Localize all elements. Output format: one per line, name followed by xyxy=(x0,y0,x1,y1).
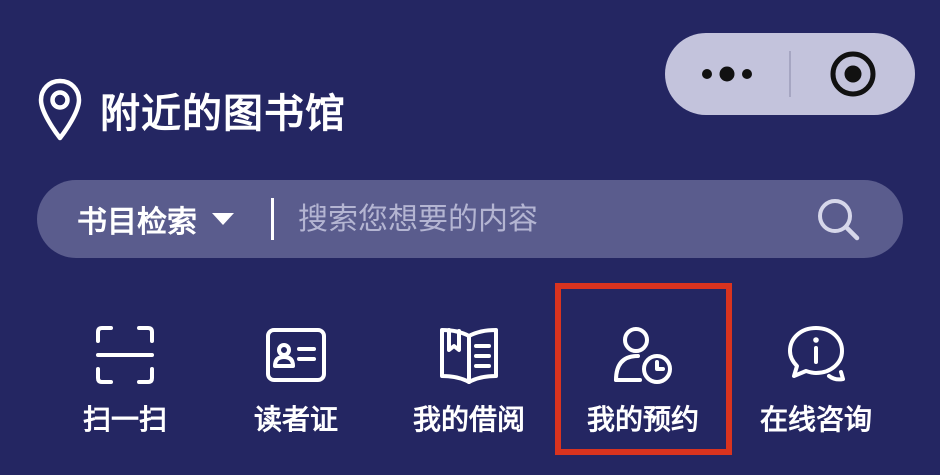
action-label: 我的预约 xyxy=(586,403,699,436)
chat-info-icon xyxy=(788,326,845,382)
action-online-consult[interactable]: 在线咨询 xyxy=(731,310,901,460)
close-button[interactable] xyxy=(791,33,915,115)
book-borrow-icon xyxy=(440,328,498,384)
search-category-dropdown[interactable]: 书目检索 xyxy=(37,180,235,258)
location-pin-icon xyxy=(38,78,82,141)
action-label: 我的借阅 xyxy=(412,403,525,436)
capsule-menu xyxy=(665,33,915,115)
target-close-icon xyxy=(830,51,876,97)
search-category-label: 书目检索 xyxy=(77,205,197,240)
action-label: 读者证 xyxy=(253,403,338,436)
more-button[interactable] xyxy=(665,33,789,115)
user-clock-icon xyxy=(614,327,672,384)
action-my-borrow[interactable]: 我的借阅 xyxy=(384,310,554,460)
action-my-reservation[interactable]: 我的预约 xyxy=(558,310,728,460)
search-bar: 书目检索 xyxy=(37,180,903,258)
caret-down-icon xyxy=(212,213,234,225)
action-reader-card[interactable]: 读者证 xyxy=(211,310,381,460)
screen: 附近的图书馆 书目检索 搜索您想要的内容 扫一扫 读者证 我的借阅 我的预约 在… xyxy=(0,0,940,475)
quick-actions: 扫一扫 读者证 我的借阅 我的预约 在线咨询 xyxy=(0,310,940,460)
reader-card-icon xyxy=(266,328,326,382)
search-separator xyxy=(271,198,274,240)
action-label: 扫一扫 xyxy=(82,403,167,436)
location-header[interactable]: 附近的图书馆 xyxy=(38,78,346,142)
search-input[interactable] xyxy=(296,188,803,250)
action-label: 在线咨询 xyxy=(759,403,872,436)
action-scan[interactable]: 扫一扫 xyxy=(40,310,210,460)
page-title: 附近的图书馆 xyxy=(100,91,346,137)
scan-icon xyxy=(96,326,154,384)
more-dots-icon xyxy=(702,66,752,82)
search-icon[interactable] xyxy=(813,194,863,244)
